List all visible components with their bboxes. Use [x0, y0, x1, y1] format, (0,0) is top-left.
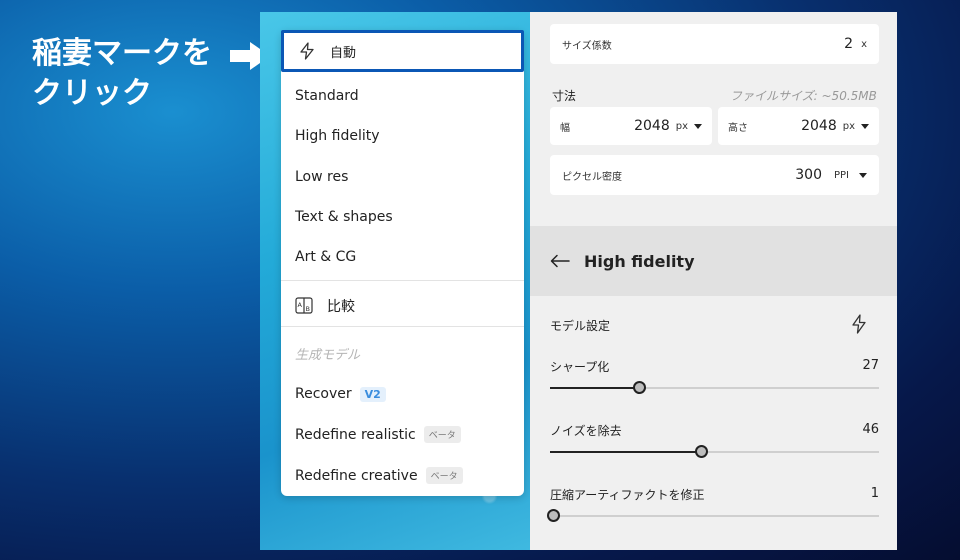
- lightning-icon[interactable]: [850, 314, 868, 334]
- back-arrow-icon[interactable]: [550, 254, 570, 268]
- model-panel-header: High fidelity: [530, 226, 897, 296]
- menu-item-label: Standard: [295, 88, 359, 104]
- settings-panel: サイズ係数 2 x 寸法 ファイルサイズ: ~50.5MB 幅 2048 px …: [530, 12, 897, 550]
- slider-thumb[interactable]: [695, 445, 708, 458]
- pixel-density-value: 300: [795, 167, 822, 183]
- dimensions-label: 寸法: [552, 89, 577, 103]
- chevron-down-icon[interactable]: [861, 123, 869, 129]
- width-label: 幅: [560, 122, 570, 134]
- height-field[interactable]: 高さ 2048 px: [718, 107, 879, 145]
- pixel-density-unit: PPI: [833, 169, 849, 181]
- pixel-density-label: ピクセル密度: [562, 171, 622, 183]
- slider-track[interactable]: [550, 381, 879, 394]
- scale-factor-value: 2: [844, 36, 854, 52]
- model-panel-title: High fidelity: [584, 251, 695, 271]
- menu-divider: [281, 326, 524, 327]
- menu-item-high-fidelity[interactable]: High fidelity: [295, 128, 380, 144]
- menu-item-label: Redefine realistic: [295, 426, 416, 443]
- file-size-text: ファイルサイズ: ~50.5MB: [730, 89, 877, 103]
- slider-thumb[interactable]: [633, 381, 646, 394]
- model-settings-label: モデル設定: [550, 319, 611, 333]
- version-badge: V2: [359, 386, 386, 402]
- menu-item-label: Low res: [295, 169, 349, 185]
- scale-factor-unit: x: [861, 38, 867, 50]
- slider-fill: [550, 451, 701, 453]
- slider-thumb[interactable]: [547, 509, 560, 522]
- svg-text:A: A: [298, 301, 303, 309]
- menu-item-label: Text & shapes: [295, 209, 393, 225]
- menu-item-redefine-realistic[interactable]: Redefine realistic ベータ: [295, 426, 461, 443]
- menu-divider: [281, 280, 524, 281]
- menu-item-redefine-creative[interactable]: Redefine creative ベータ: [295, 467, 463, 484]
- slider-value: 27: [862, 358, 879, 373]
- menu-item-art-cg[interactable]: Art & CG: [295, 249, 356, 265]
- menu-item-label: Recover: [295, 386, 352, 402]
- beta-badge: ベータ: [425, 467, 463, 484]
- height-value: 2048: [801, 118, 837, 134]
- beta-badge: ベータ: [423, 426, 461, 443]
- section-heading-models: 生成モデル: [295, 348, 361, 363]
- height-label: 高さ: [728, 122, 748, 134]
- instruction-line-2: クリック: [32, 76, 152, 111]
- slider-value: 1: [870, 486, 879, 501]
- app-screenshot: 自動 Standard High fidelity Low res Text &…: [260, 12, 897, 550]
- compare-icon: A B: [295, 297, 313, 314]
- slider-label: ノイズを除去: [550, 424, 622, 438]
- instruction-callout: 稲妻マークを クリック: [32, 34, 212, 114]
- scale-factor-field[interactable]: サイズ係数 2 x: [550, 24, 879, 64]
- menu-item-low-res[interactable]: Low res: [295, 169, 348, 185]
- model-dropdown-menu: 自動 Standard High fidelity Low res Text &…: [281, 30, 524, 496]
- width-value: 2048: [634, 118, 670, 134]
- menu-item-text-shapes[interactable]: Text & shapes: [295, 209, 393, 225]
- menu-item-label: High fidelity: [295, 128, 380, 144]
- slider-value: 46: [862, 422, 879, 437]
- height-unit: px: [842, 120, 855, 132]
- slider-track[interactable]: [550, 445, 879, 458]
- auto-label: 自動: [330, 45, 357, 61]
- slider-label: 圧縮アーティファクトを修正: [550, 488, 705, 502]
- slider-label: シャープ化: [550, 360, 610, 374]
- menu-item-label: Art & CG: [295, 249, 357, 265]
- menu-item-standard[interactable]: Standard: [295, 88, 359, 104]
- instruction-line-1: 稲妻マークを: [32, 36, 212, 71]
- width-unit: px: [675, 120, 688, 132]
- lightning-icon: [300, 42, 314, 60]
- chevron-down-icon[interactable]: [694, 123, 702, 129]
- slider-track[interactable]: [547, 509, 879, 522]
- compare-label: 比較: [327, 299, 355, 315]
- menu-item-label: Redefine creative: [295, 467, 418, 484]
- auto-menu-item[interactable]: 自動: [281, 30, 524, 72]
- menu-item-compare[interactable]: A B 比較: [295, 296, 355, 316]
- width-field[interactable]: 幅 2048 px: [550, 107, 712, 145]
- chevron-down-icon[interactable]: [859, 172, 867, 178]
- menu-item-recover[interactable]: Recover V2: [295, 386, 386, 402]
- scale-factor-label: サイズ係数: [562, 40, 612, 52]
- pixel-density-field[interactable]: ピクセル密度 300 PPI: [550, 155, 879, 195]
- slider-fill: [550, 387, 639, 389]
- svg-text:B: B: [306, 305, 310, 313]
